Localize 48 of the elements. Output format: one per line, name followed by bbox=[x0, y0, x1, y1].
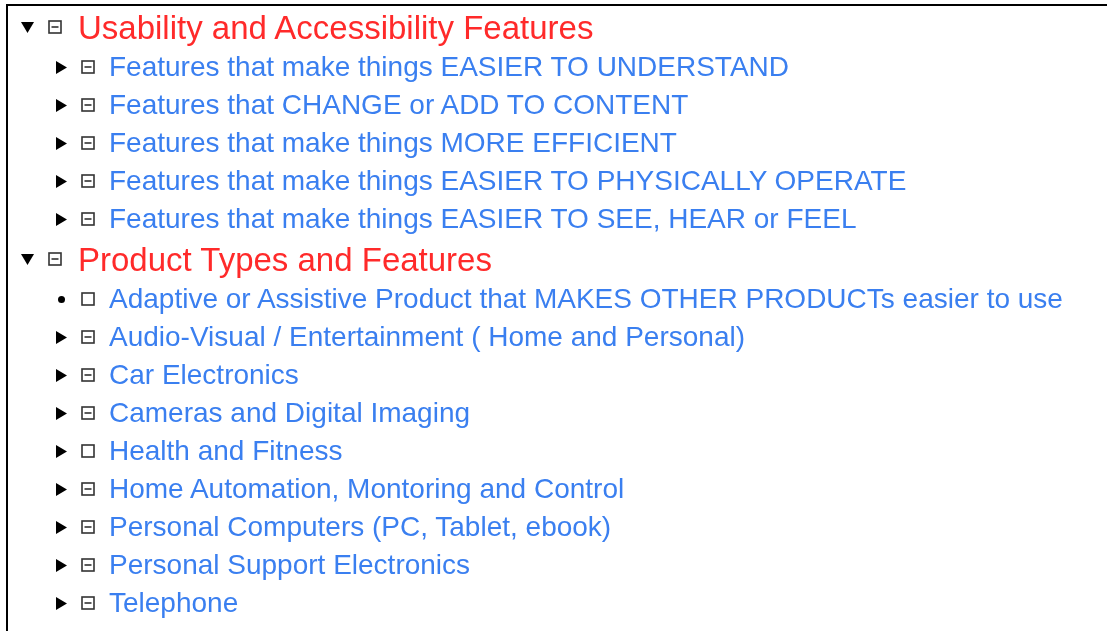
category-label[interactable]: Usability and Accessibility Features bbox=[78, 10, 594, 44]
expanded-triangle-icon[interactable] bbox=[20, 21, 34, 33]
partial-checkbox[interactable] bbox=[81, 406, 95, 420]
collapsed-triangle-icon[interactable] bbox=[55, 482, 67, 496]
subcategory-link[interactable]: Features that make things EASIER TO SEE, HEAR or FEEL bbox=[109, 205, 857, 233]
partial-checkbox[interactable] bbox=[81, 98, 95, 112]
collapsed-triangle-icon[interactable] bbox=[55, 368, 67, 382]
subcategory-link[interactable]: Personal Support Electronics bbox=[109, 551, 471, 579]
collapsed-triangle-icon[interactable] bbox=[55, 330, 67, 344]
partial-checkbox[interactable] bbox=[81, 330, 95, 344]
subcategory-link[interactable]: Audio-Visual / Entertainment ( Home and Personal) bbox=[109, 323, 746, 351]
partial-checkbox[interactable] bbox=[81, 60, 95, 74]
partial-checkbox[interactable] bbox=[81, 136, 95, 150]
subcategory-link[interactable]: Personal Computers (PC, Tablet, ebook) bbox=[109, 513, 612, 541]
collapsed-triangle-icon[interactable] bbox=[55, 444, 67, 458]
collapsed-triangle-icon[interactable] bbox=[55, 558, 67, 572]
subcategory-link[interactable]: Features that CHANGE or ADD TO CONTENT bbox=[109, 91, 689, 119]
category-label[interactable]: Product Types and Features bbox=[78, 242, 492, 276]
subcategory-link[interactable]: Features that make things EASIER TO PHYSICALLY OPERATE bbox=[109, 167, 907, 195]
checkbox[interactable] bbox=[81, 444, 95, 458]
partial-checkbox[interactable] bbox=[81, 212, 95, 226]
partial-checkbox[interactable] bbox=[81, 596, 95, 610]
partial-checkbox[interactable] bbox=[81, 174, 95, 188]
partial-checkbox[interactable] bbox=[81, 368, 95, 382]
collapsed-triangle-icon[interactable] bbox=[55, 520, 67, 534]
subcategory-link[interactable]: Features that make things EASIER TO UNDERSTAND bbox=[109, 53, 789, 81]
collapsed-triangle-icon[interactable] bbox=[55, 406, 67, 420]
subcategory-link[interactable]: Features that make things MORE EFFICIENT bbox=[109, 129, 677, 157]
collapsed-triangle-icon[interactable] bbox=[55, 98, 67, 112]
partial-checkbox[interactable] bbox=[81, 558, 95, 572]
collapsed-triangle-icon[interactable] bbox=[55, 174, 67, 188]
collapsed-triangle-icon[interactable] bbox=[55, 136, 67, 150]
subcategory-link[interactable]: Health and Fitness bbox=[109, 437, 343, 465]
collapsed-triangle-icon[interactable] bbox=[55, 596, 67, 610]
subcategory-link[interactable]: Car Electronics bbox=[109, 361, 299, 389]
checkbox[interactable] bbox=[81, 292, 95, 306]
partial-checkbox[interactable] bbox=[48, 252, 62, 266]
partial-checkbox[interactable] bbox=[81, 482, 95, 496]
partial-checkbox[interactable] bbox=[81, 520, 95, 534]
subcategory-link[interactable]: Adaptive or Assistive Product that MAKES OTHER PRODUCTs easier to use bbox=[109, 285, 1063, 313]
bullet-icon bbox=[57, 295, 65, 303]
subcategory-link[interactable]: Cameras and Digital Imaging bbox=[109, 399, 471, 427]
collapsed-triangle-icon[interactable] bbox=[55, 212, 67, 226]
subcategory-link[interactable]: Telephone bbox=[109, 589, 239, 617]
expanded-triangle-icon[interactable] bbox=[20, 253, 34, 265]
partial-checkbox[interactable] bbox=[48, 20, 62, 34]
collapsed-triangle-icon[interactable] bbox=[55, 60, 67, 74]
subcategory-link[interactable]: Home Automation, Montoring and Control bbox=[109, 475, 625, 503]
